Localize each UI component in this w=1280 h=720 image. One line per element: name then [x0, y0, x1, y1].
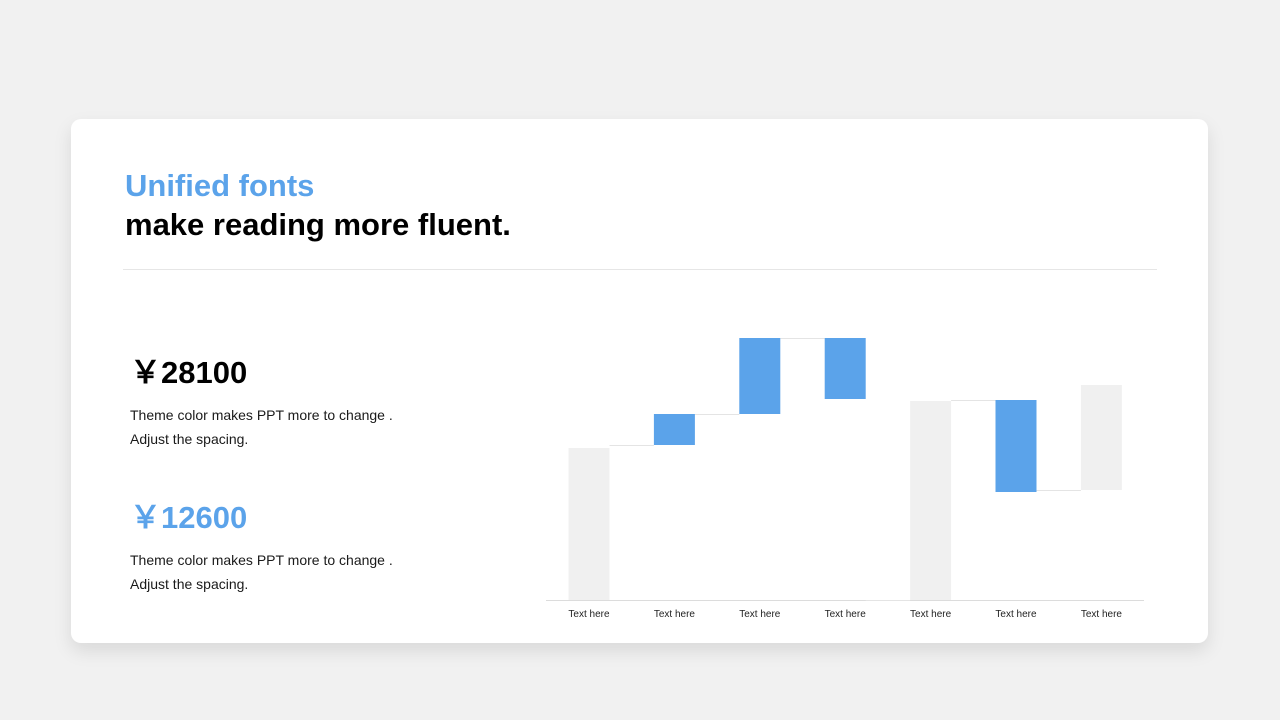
total-bar	[910, 401, 952, 600]
change-bar	[824, 338, 866, 399]
stat-desc-line-1: Theme color makes PPT more to change .	[130, 407, 393, 423]
change-bar	[739, 338, 781, 414]
header-divider	[123, 269, 1157, 270]
stat-block-primary: ￥28100 Theme color makes PPT more to cha…	[130, 355, 393, 451]
main-title: make reading more fluent.	[125, 207, 511, 242]
stat-desc-line-2: Adjust the spacing.	[130, 576, 249, 592]
total-bar	[568, 448, 610, 600]
accent-title: Unified fonts	[125, 168, 315, 203]
x-tick-label: Text here	[1081, 609, 1123, 620]
x-tick-label: Text here	[654, 609, 696, 620]
stat-desc-line-1: Theme color makes PPT more to change .	[130, 552, 393, 568]
stat-desc-line-2: Adjust the spacing.	[130, 431, 249, 447]
stat-description-primary: Theme color makes PPT more to change . A…	[130, 403, 393, 451]
change-bar	[653, 414, 695, 445]
x-tick-label: Text here	[825, 609, 867, 620]
x-tick-label: Text here	[995, 609, 1037, 620]
total-bar	[1080, 385, 1122, 490]
change-bar	[995, 400, 1037, 492]
stat-description-secondary: Theme color makes PPT more to change . A…	[130, 548, 393, 596]
content-card: Unified fonts make reading more fluent. …	[71, 119, 1208, 643]
x-tick-label: Text here	[568, 609, 610, 620]
stat-value-primary: ￥28100	[130, 355, 248, 390]
stat-block-secondary: ￥12600 Theme color makes PPT more to cha…	[130, 500, 393, 596]
x-tick-label: Text here	[910, 609, 952, 620]
x-tick-label: Text here	[739, 609, 781, 620]
stat-value-secondary: ￥12600	[130, 500, 248, 535]
